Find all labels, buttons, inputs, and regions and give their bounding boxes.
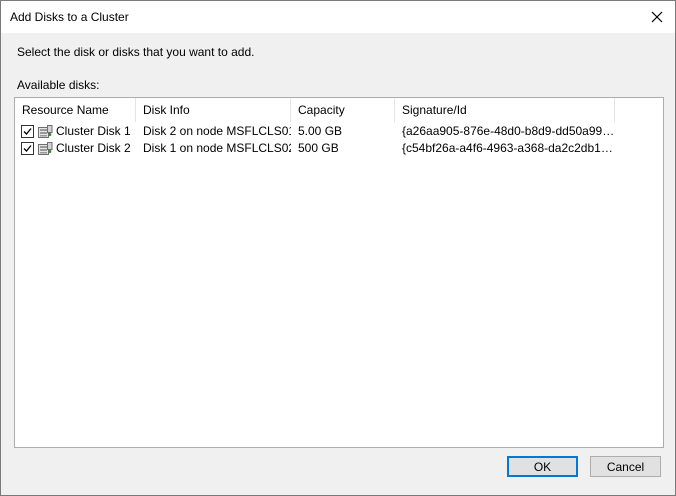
- window-title: Add Disks to a Cluster: [10, 10, 129, 24]
- add-disks-dialog: Add Disks to a Cluster Select the disk o…: [0, 0, 676, 496]
- row-checkbox[interactable]: [21, 142, 34, 155]
- column-header-disk-info[interactable]: Disk Info: [136, 98, 291, 122]
- resource-name: Cluster Disk 1: [56, 124, 131, 138]
- signature-cell: {c54bf26a-a4f6-4963-a368-da2c2db1eae6}: [402, 141, 615, 155]
- available-disks-label: Available disks:: [17, 78, 100, 92]
- disks-list[interactable]: Resource Name Disk Info Capacity Signatu…: [14, 97, 664, 448]
- capacity-cell: 500 GB: [298, 141, 339, 155]
- checkmark-icon: [23, 145, 32, 152]
- list-header: Resource Name Disk Info Capacity Signatu…: [15, 98, 663, 122]
- close-icon: [651, 11, 663, 23]
- table-row[interactable]: Cluster Disk 2 Disk 1 on node MSFLCLS02 …: [15, 140, 663, 157]
- disk-info-cell: Disk 2 on node MSFLCLS01: [143, 124, 291, 138]
- title-bar[interactable]: Add Disks to a Cluster: [1, 1, 675, 33]
- column-header-signature[interactable]: Signature/Id: [395, 98, 615, 122]
- cluster-disk-icon: [38, 141, 53, 155]
- resource-name: Cluster Disk 2: [56, 141, 131, 155]
- cluster-disk-icon: [38, 124, 53, 138]
- column-header-resource-name[interactable]: Resource Name: [15, 98, 136, 122]
- instruction-text: Select the disk or disks that you want t…: [17, 45, 255, 59]
- checkmark-icon: [23, 128, 32, 135]
- capacity-cell: 5.00 GB: [298, 124, 343, 138]
- resource-name-cell: Cluster Disk 1: [15, 123, 136, 140]
- list-rows: Cluster Disk 1 Disk 2 on node MSFLCLS01 …: [15, 123, 663, 157]
- table-row[interactable]: Cluster Disk 1 Disk 2 on node MSFLCLS01 …: [15, 123, 663, 140]
- signature-cell: {a26aa905-876e-48d0-b8d9-dd50a990ad...: [402, 124, 615, 138]
- resource-name-cell: Cluster Disk 2: [15, 140, 136, 157]
- dialog-content: Select the disk or disks that you want t…: [1, 33, 675, 495]
- disk-info-cell: Disk 1 on node MSFLCLS02: [143, 141, 291, 155]
- ok-button[interactable]: OK: [507, 456, 578, 477]
- close-button[interactable]: [645, 5, 669, 29]
- row-checkbox[interactable]: [21, 125, 34, 138]
- column-header-capacity[interactable]: Capacity: [291, 98, 395, 122]
- cancel-button[interactable]: Cancel: [590, 456, 661, 477]
